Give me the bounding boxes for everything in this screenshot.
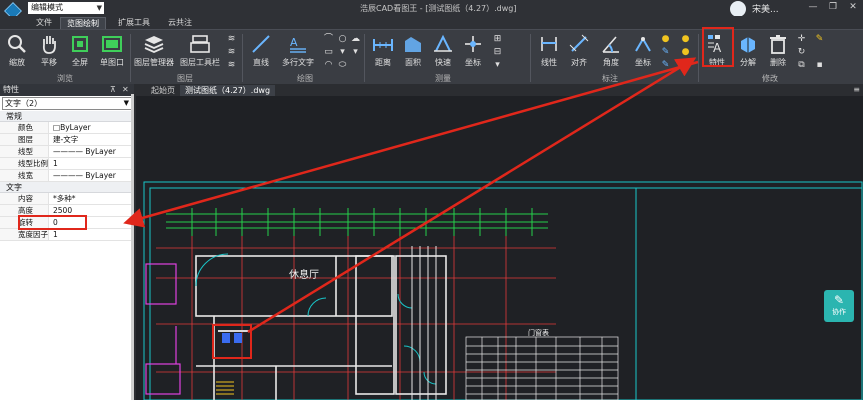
collaborate-icon: ✎ [833,293,845,307]
collaborate-label: 协作 [832,308,846,316]
collaborate-button[interactable]: ✎ 协作 [824,290,854,322]
annotation-arrows [123,57,699,334]
